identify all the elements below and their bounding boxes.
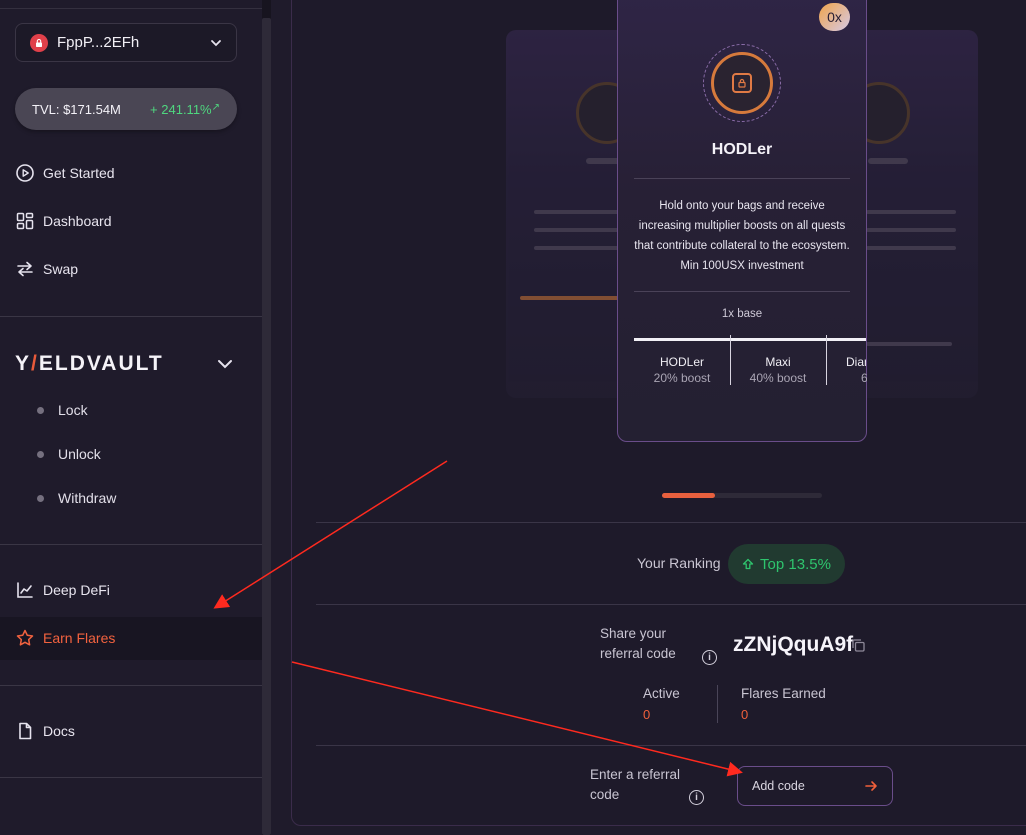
dashboard-icon — [16, 212, 34, 230]
flares-earned-value: 0 — [741, 707, 749, 722]
tvl-change: + 241.11%↗ — [150, 102, 220, 117]
tier-boost-diamond: 6 — [861, 371, 867, 385]
active-value: 0 — [643, 707, 651, 722]
swap-arrows-icon — [17, 261, 33, 277]
sub-item-withdraw[interactable]: Withdraw — [37, 488, 116, 508]
arrow-up-icon — [742, 558, 754, 570]
multiplier-badge: 0x — [819, 3, 850, 31]
info-icon[interactable]: i — [702, 650, 717, 665]
card-description: Hold onto your bags and receive increasi… — [634, 200, 850, 272]
tier-name-hodler: HODLer — [659, 355, 704, 369]
nav-swap[interactable]: Swap — [15, 257, 78, 281]
tvl-pill: TVL: $171.54M + 241.11%↗ — [15, 88, 237, 130]
wallet-selector[interactable]: FppP...2EFh — [15, 23, 237, 62]
logo-prefix: Y — [15, 352, 32, 375]
share-referral-label: Share your referral code — [600, 626, 676, 661]
bullet-dot-icon — [37, 450, 44, 458]
sidebar-top-divider — [0, 8, 262, 9]
nav-docs[interactable]: Docs — [15, 719, 75, 743]
document-icon — [19, 722, 32, 740]
nav-get-started[interactable]: Get Started — [15, 161, 115, 185]
blurred-text — [534, 228, 624, 232]
blurred-progress-bar — [520, 296, 620, 300]
info-icon[interactable]: i — [689, 790, 704, 805]
section-divider — [316, 522, 1026, 523]
blurred-text — [866, 246, 956, 250]
card-base-multiplier: 1x base — [721, 308, 763, 320]
nav-swap-label: Swap — [43, 261, 79, 277]
sub-item-unlock[interactable]: Unlock — [37, 444, 101, 464]
carousel-pager-indicator[interactable] — [662, 493, 715, 498]
nav-deep-defi[interactable]: Deep DeFi — [15, 578, 110, 602]
wallet-address: FppP...2EFh — [57, 34, 140, 51]
nav-dashboard-label: Dashboard — [43, 213, 112, 229]
active-label: Active — [643, 686, 680, 701]
hodler-badge — [703, 44, 781, 122]
nav-earn-flares[interactable]: Earn Flares — [15, 626, 115, 650]
sidebar-scrollbar-thumb[interactable] — [262, 18, 271, 835]
sidebar-divider — [0, 544, 262, 545]
ranking-value: Top 13.5% — [760, 555, 831, 573]
bullet-dot-icon — [37, 406, 44, 414]
nav-dashboard[interactable]: Dashboard — [15, 209, 112, 233]
copy-icon[interactable] — [851, 638, 866, 653]
chevron-down-icon[interactable] — [217, 357, 233, 371]
logo-slash: / — [31, 352, 39, 375]
blurred-text — [866, 210, 956, 214]
blurred-title — [868, 158, 908, 164]
ranking-badge: Top 13.5% — [728, 544, 845, 584]
ranking-label: Your Ranking — [637, 555, 721, 571]
card-title: HODLer — [711, 141, 773, 158]
sidebar-divider — [0, 777, 262, 778]
bullet-dot-icon — [37, 494, 44, 502]
arrow-up-right-icon: ↗ — [211, 101, 220, 113]
star-icon — [16, 629, 34, 646]
sub-item-lock[interactable]: Lock — [37, 400, 88, 420]
sub-item-withdraw-label: Withdraw — [58, 490, 117, 506]
hodler-badge-ring — [711, 52, 773, 114]
card-divider — [634, 291, 850, 292]
yieldvault-logo[interactable]: Y/ELDVAULT — [15, 352, 164, 376]
section-divider — [316, 745, 1026, 746]
sidebar-divider — [0, 685, 262, 686]
tier-track — [634, 338, 866, 341]
blurred-text — [866, 342, 952, 346]
sub-item-unlock-label: Unlock — [58, 446, 101, 462]
tier-name-diamond: Diam — [846, 355, 866, 369]
tvl-change-text: + 241.11% — [150, 101, 212, 117]
nav-get-started-label: Get Started — [43, 165, 115, 181]
referral-code-input[interactable] — [752, 779, 864, 793]
blurred-text — [866, 228, 956, 232]
referral-code-field[interactable] — [737, 766, 893, 806]
tier-boost-hodler: 20% boost — [653, 371, 711, 385]
tier-boost-maxi: 40% boost — [749, 371, 807, 385]
stat-divider — [717, 685, 718, 723]
card-divider — [634, 178, 850, 179]
sidebar: FppP...2EFh TVL: $171.54M + 241.11%↗ Get… — [0, 0, 262, 835]
nav-docs-label: Docs — [43, 723, 75, 739]
tier-separator — [826, 335, 827, 385]
referral-code[interactable]: zZNjQquA9f — [733, 633, 853, 657]
lock-icon — [30, 33, 48, 52]
logo-suffix: ELDVAULT — [38, 352, 164, 375]
arrow-right-icon[interactable] — [864, 779, 878, 793]
play-circle-icon — [16, 164, 34, 182]
nav-deep-defi-label: Deep DeFi — [43, 582, 110, 598]
sidebar-divider — [0, 316, 262, 317]
chevron-down-icon — [211, 39, 221, 46]
lock-icon — [732, 73, 752, 93]
blurred-text — [534, 246, 624, 250]
nav-earn-flares-label: Earn Flares — [43, 630, 116, 646]
enter-referral-label: Enter a referral code — [590, 767, 681, 802]
sub-item-lock-label: Lock — [58, 402, 88, 418]
tier-name-maxi: Maxi — [765, 355, 791, 369]
blurred-text — [534, 210, 624, 214]
flares-earned-label: Flares Earned — [741, 686, 826, 701]
tvl-value: TVL: $171.54M — [32, 101, 121, 117]
chart-icon — [17, 582, 33, 598]
section-divider — [316, 604, 1026, 605]
